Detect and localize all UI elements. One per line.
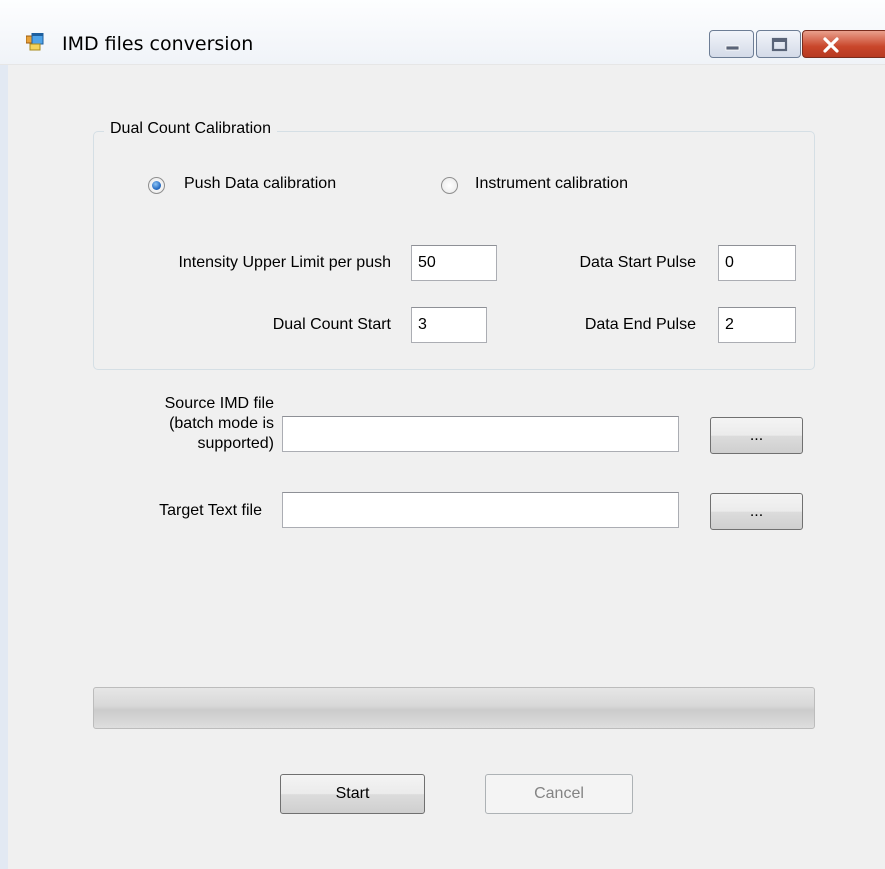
close-button[interactable] (802, 30, 885, 58)
data-start-pulse-label: Data Start Pulse (579, 254, 697, 271)
source-file-label-line-2: (batch mode is (169, 415, 274, 432)
source-file-label: Source IMD file (batch mode is supported… (100, 394, 274, 454)
cancel-button[interactable]: Cancel (485, 774, 633, 814)
source-browse-button[interactable]: ... (710, 417, 803, 454)
intensity-upper-limit-input[interactable]: 50 (411, 245, 497, 281)
source-file-label-line-3: supported) (197, 435, 275, 452)
dual-count-start-label: Dual Count Start (272, 316, 391, 333)
instrument-calibration-label[interactable]: Instrument calibration (475, 175, 628, 193)
start-button[interactable]: Start (280, 774, 425, 814)
title-bar[interactable]: IMD files conversion (0, 0, 885, 65)
data-end-pulse-label: Data End Pulse (584, 316, 696, 333)
dual-count-start-input[interactable]: 3 (411, 307, 487, 343)
data-end-pulse-input[interactable]: 2 (718, 307, 796, 343)
close-icon (823, 37, 839, 53)
minimize-icon (725, 45, 740, 51)
maximize-icon (771, 37, 788, 52)
radio-push-data-calibration[interactable] (148, 177, 165, 194)
maximize-button[interactable] (756, 30, 801, 58)
app-window: IMD files conversion Dual Count Calibrat… (0, 0, 885, 869)
app-icon (25, 32, 44, 51)
radio-instrument-calibration[interactable] (441, 177, 458, 194)
source-file-input[interactable] (282, 416, 679, 452)
data-start-pulse-input[interactable]: 0 (718, 245, 796, 281)
target-file-label: Target Text file (159, 502, 262, 519)
calibration-group-title: Dual Count Calibration (104, 120, 277, 138)
source-file-label-line-1: Source IMD file (164, 395, 274, 412)
target-file-input[interactable] (282, 492, 679, 528)
target-browse-button[interactable]: ... (710, 493, 803, 530)
intensity-upper-limit-label: Intensity Upper Limit per push (178, 254, 391, 271)
push-data-calibration-label[interactable]: Push Data calibration (184, 175, 336, 193)
window-title: IMD files conversion (62, 33, 254, 55)
window-left-border (0, 0, 8, 869)
minimize-button[interactable] (709, 30, 754, 58)
progress-bar (93, 687, 815, 729)
